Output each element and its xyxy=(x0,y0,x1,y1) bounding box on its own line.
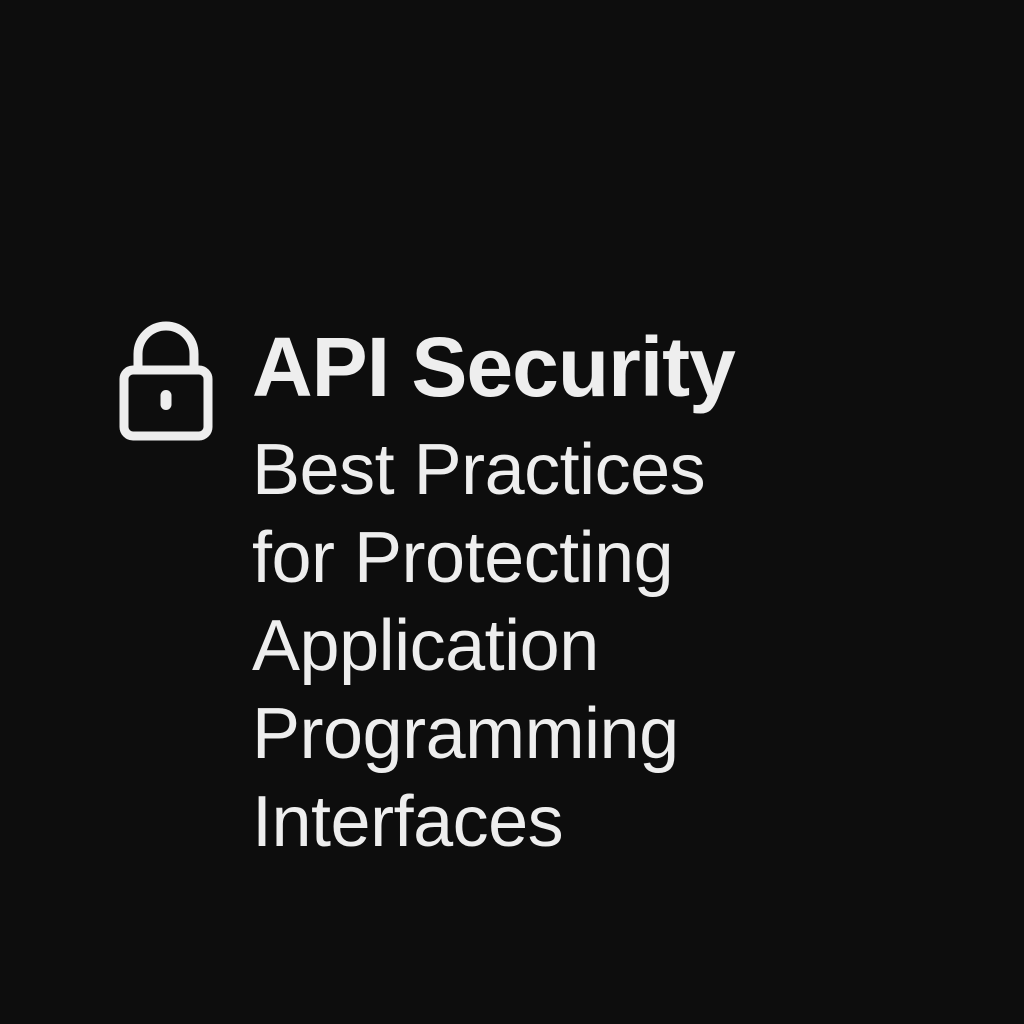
subtitle-line: Application xyxy=(252,606,599,686)
subtitle: Best Practices for Protecting Applicatio… xyxy=(252,416,952,866)
lock-icon xyxy=(118,318,214,442)
subtitle-line: Interfaces xyxy=(252,782,564,862)
page-title: API Security xyxy=(252,320,736,414)
subtitle-line: Best Practices xyxy=(252,430,706,510)
title-card: API Security Best Practices for Protecti… xyxy=(0,0,1024,1024)
subtitle-line: for Protecting xyxy=(252,518,674,598)
text-block: API Security Best Practices for Protecti… xyxy=(252,318,952,866)
subtitle-line: Programming xyxy=(252,694,679,774)
